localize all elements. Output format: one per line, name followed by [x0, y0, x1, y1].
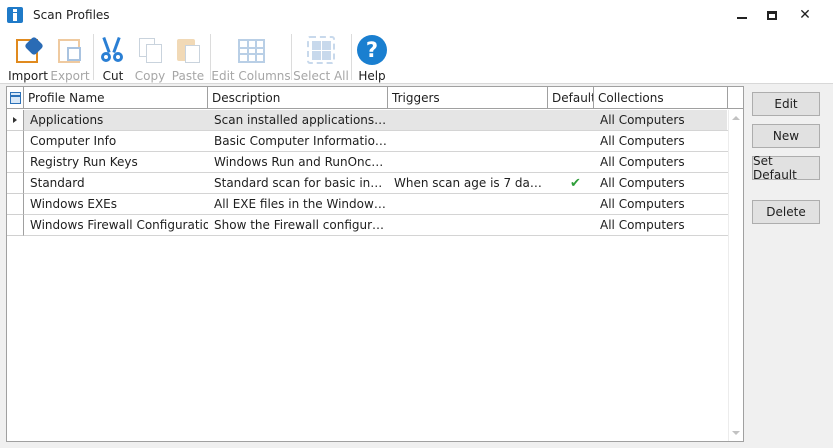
default-check-icon: ✔: [570, 176, 581, 191]
import-icon: [13, 35, 44, 63]
table-row[interactable]: Windows EXEs All EXE files in the Windows…: [7, 194, 728, 215]
column-chooser-icon: [9, 92, 21, 104]
column-header-profile-name[interactable]: Profile Name: [24, 87, 208, 109]
column-header-collections[interactable]: Collections: [594, 87, 728, 109]
cell-triggers: [388, 131, 548, 152]
help-label: Help: [358, 69, 386, 83]
row-header[interactable]: [7, 152, 24, 173]
cell-triggers: When scan age is 7 days old: [388, 173, 548, 194]
cell-default: ✔: [548, 173, 594, 194]
table-row[interactable]: Registry Run Keys Windows Run and RunOnce…: [7, 152, 728, 173]
edit-button[interactable]: Edit: [752, 92, 820, 116]
row-header[interactable]: [7, 110, 24, 131]
new-button[interactable]: New: [752, 124, 820, 148]
cell-collections: All Computers: [594, 110, 728, 131]
vertical-scrollbar[interactable]: [728, 110, 743, 441]
cell-default: [548, 152, 594, 173]
export-button[interactable]: Export: [50, 33, 90, 83]
cell-profile-name: Applications: [24, 110, 208, 131]
scroll-down-icon[interactable]: [732, 431, 740, 435]
edit-columns-button[interactable]: Edit Columns: [211, 33, 291, 83]
cell-description: All EXE files in the Windows\Sy...: [208, 194, 388, 215]
cell-default: [548, 194, 594, 215]
column-chooser-button[interactable]: [7, 87, 24, 109]
select-all-button[interactable]: Select All: [293, 33, 349, 83]
row-header[interactable]: [7, 173, 24, 194]
cell-description: Basic Computer Information: n...: [208, 131, 388, 152]
cell-description: Scan installed applications, hot...: [208, 110, 388, 131]
set-default-button[interactable]: Set Default: [752, 154, 820, 182]
table-row[interactable]: Computer Info Basic Computer Information:…: [7, 131, 728, 152]
cell-collections: All Computers: [594, 131, 728, 152]
edit-columns-label: Edit Columns: [211, 69, 291, 83]
export-label: Export: [50, 69, 90, 83]
cell-profile-name: Registry Run Keys: [24, 152, 208, 173]
edit-columns-icon: [236, 35, 266, 63]
cell-profile-name: Windows EXEs: [24, 194, 208, 215]
cut-icon: [98, 35, 128, 62]
export-icon: [55, 35, 85, 63]
cut-button[interactable]: Cut: [97, 33, 129, 83]
maximize-icon: [767, 10, 777, 20]
row-header[interactable]: [7, 194, 24, 215]
close-button[interactable]: ✕: [787, 0, 823, 30]
paste-label: Paste: [171, 69, 205, 83]
cell-profile-name: Computer Info: [24, 131, 208, 152]
cell-profile-name: Windows Firewall Configuration: [24, 215, 208, 236]
cell-collections: All Computers: [594, 194, 728, 215]
toolbar-separator: [291, 34, 292, 80]
cell-default: [548, 110, 594, 131]
window-title: Scan Profiles: [33, 8, 110, 22]
cell-triggers: [388, 152, 548, 173]
column-header-filler: [728, 87, 743, 109]
import-label: Import: [8, 69, 48, 83]
row-header[interactable]: [7, 215, 24, 236]
column-header-default[interactable]: Default: [548, 87, 594, 109]
cell-triggers: [388, 215, 548, 236]
cut-label: Cut: [102, 69, 124, 83]
table-row[interactable]: Applications Scan installed applications,…: [7, 110, 728, 131]
delete-button[interactable]: Delete: [752, 200, 820, 224]
row-header[interactable]: [7, 131, 24, 152]
grid-header: Profile Name Description Triggers Defaul…: [7, 87, 743, 109]
profiles-grid: Profile Name Description Triggers Defaul…: [6, 86, 744, 442]
paste-icon: [173, 35, 203, 63]
table-row[interactable]: StandardStandard scan for basic invent..…: [7, 173, 728, 194]
cell-profile-name: Standard: [24, 173, 208, 194]
toolbar-separator: [93, 34, 94, 80]
cell-default: [548, 215, 594, 236]
cell-collections: All Computers: [594, 215, 728, 236]
import-button[interactable]: Import: [8, 33, 48, 83]
cell-description: Standard scan for basic invent...: [208, 173, 388, 194]
paste-button[interactable]: Paste: [171, 33, 205, 83]
cell-triggers: [388, 110, 548, 131]
copy-button[interactable]: Copy: [133, 33, 167, 83]
cell-triggers: [388, 194, 548, 215]
toolbar: Import Export Cut Copy Paste Edit Column…: [0, 30, 833, 84]
title-bar: Scan Profiles ✕: [0, 0, 833, 30]
help-icon: ?: [357, 35, 387, 65]
minimize-icon: [737, 17, 747, 19]
copy-label: Copy: [134, 69, 166, 83]
cell-collections: All Computers: [594, 152, 728, 173]
scroll-up-icon[interactable]: [732, 116, 740, 120]
table-row[interactable]: Windows Firewall Configuration Show the F…: [7, 215, 728, 236]
cell-default: [548, 131, 594, 152]
close-icon: ✕: [799, 7, 811, 23]
help-button[interactable]: ? Help: [355, 33, 389, 83]
minimize-button[interactable]: [727, 0, 757, 30]
select-all-icon: [306, 35, 336, 64]
column-header-description[interactable]: Description: [208, 87, 388, 109]
cell-description: Show the Firewall configuratio...: [208, 215, 388, 236]
app-info-icon: [7, 7, 23, 23]
maximize-button[interactable]: [757, 0, 787, 30]
copy-icon: [135, 35, 165, 63]
column-header-triggers[interactable]: Triggers: [388, 87, 548, 109]
cell-description: Windows Run and RunOnce K...: [208, 152, 388, 173]
cell-collections: All Computers: [594, 173, 728, 194]
select-all-label: Select All: [293, 69, 349, 83]
toolbar-separator: [351, 34, 352, 80]
